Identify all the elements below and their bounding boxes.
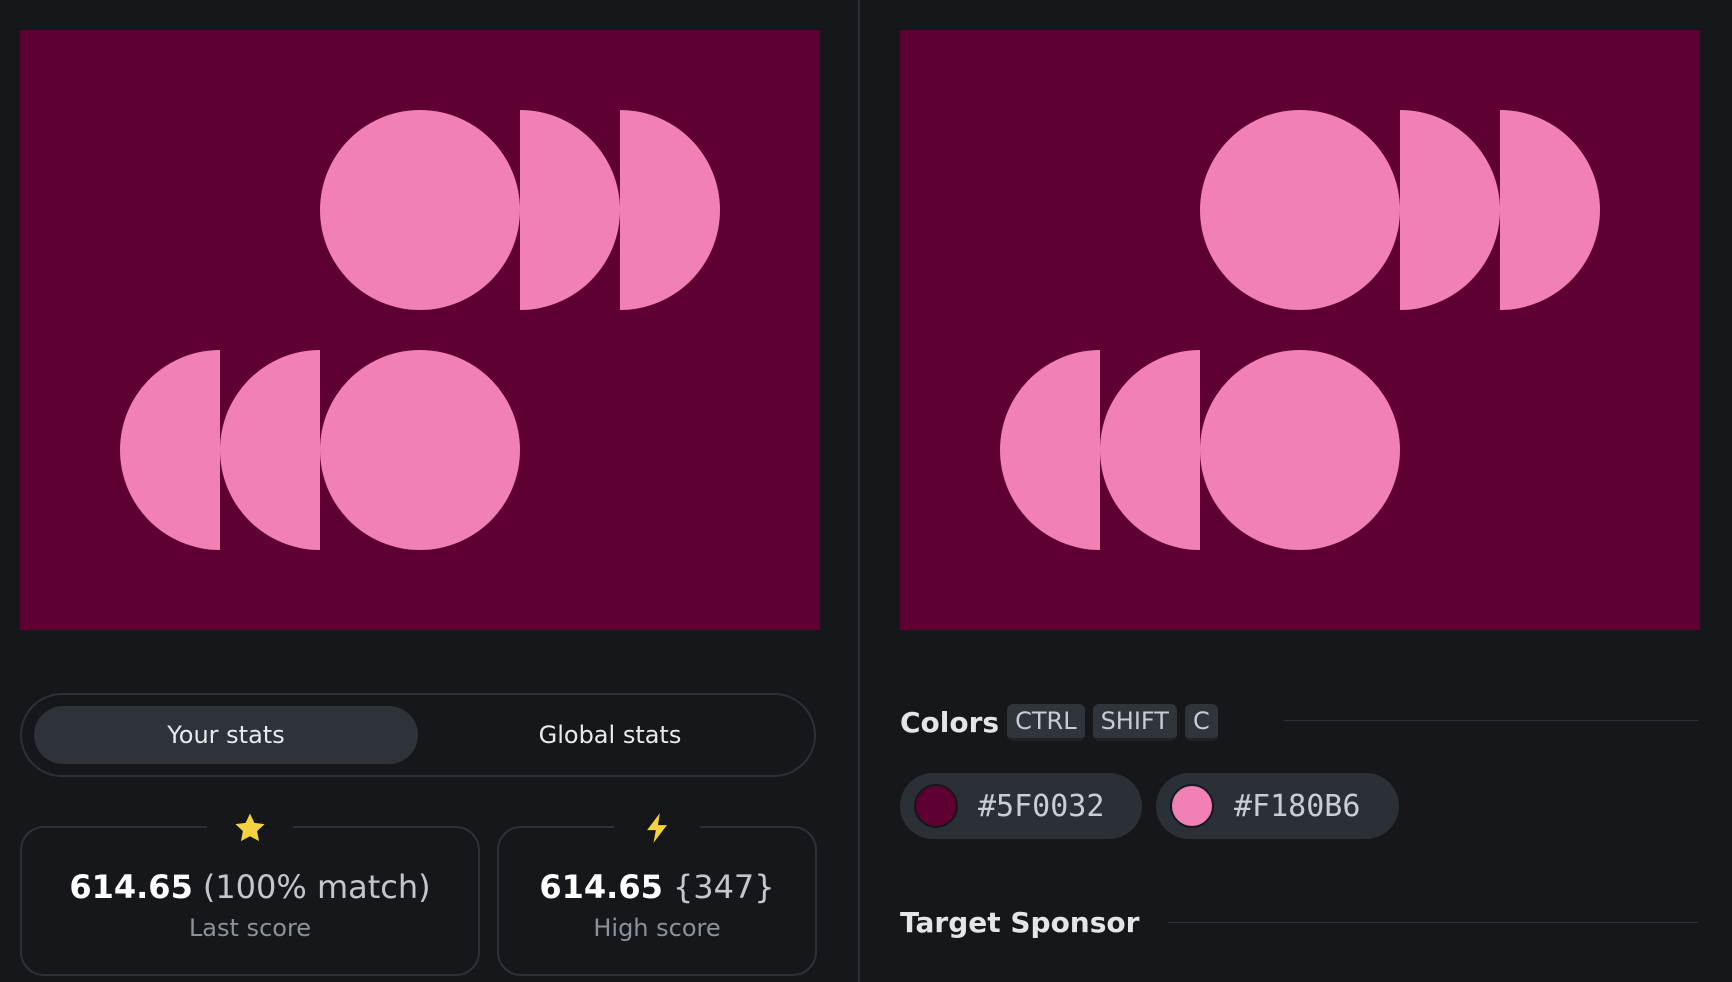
star-icon	[207, 808, 293, 848]
shortcut-key-shift: SHIFT	[1092, 703, 1177, 741]
lightning-icon	[614, 808, 700, 848]
target-sponsor-title: Target Sponsor	[900, 905, 1140, 939]
tab-your-stats[interactable]: Your stats	[34, 706, 418, 764]
high-score-count: {347}	[672, 868, 775, 906]
tab-global-stats[interactable]: Global stats	[418, 706, 802, 764]
shortcut-key-c: C	[1184, 703, 1218, 741]
circle-shape	[1200, 110, 1400, 310]
color-hex-label: #F180B6	[1234, 788, 1361, 824]
last-score-card: 614.65 (100% match) Last score	[20, 808, 480, 976]
circle-shape	[1200, 350, 1400, 550]
target-canvas	[900, 30, 1700, 630]
sponsor-divider-line	[1168, 922, 1698, 923]
colors-heading: Colors	[900, 705, 1000, 739]
last-score-label: Last score	[188, 914, 312, 942]
color-swatch-shape[interactable]: #F180B6	[1156, 773, 1399, 839]
color-hex-label: #5F0032	[978, 788, 1105, 824]
app-page: Your stats Global stats 614.65 (100% matc…	[0, 0, 1732, 982]
color-dot	[914, 784, 958, 828]
output-canvas[interactable]	[20, 30, 820, 630]
high-score-number: 614.65	[539, 868, 663, 906]
circle-shape	[320, 110, 520, 310]
panel-divider	[858, 0, 860, 982]
high-score-card: 614.65 {347} High score	[497, 808, 817, 976]
last-score-value: 614.65 (100% match)	[22, 868, 478, 906]
color-dot	[1170, 784, 1214, 828]
high-score-label: High score	[593, 914, 721, 942]
stats-tab-switcher: Your stats Global stats	[20, 693, 816, 777]
colors-divider-line	[1284, 720, 1698, 721]
last-score-match: (100% match)	[202, 868, 431, 906]
output-drawing	[20, 30, 820, 630]
target-drawing	[900, 30, 1700, 630]
high-score-value: 614.65 {347}	[499, 868, 815, 906]
color-swatch-background[interactable]: #5F0032	[900, 773, 1142, 839]
shortcut-key-ctrl: CTRL	[1007, 703, 1085, 741]
last-score-number: 614.65	[69, 868, 193, 906]
circle-shape	[320, 350, 520, 550]
colors-section-title: Colors CTRL SHIFT C	[900, 700, 1218, 744]
